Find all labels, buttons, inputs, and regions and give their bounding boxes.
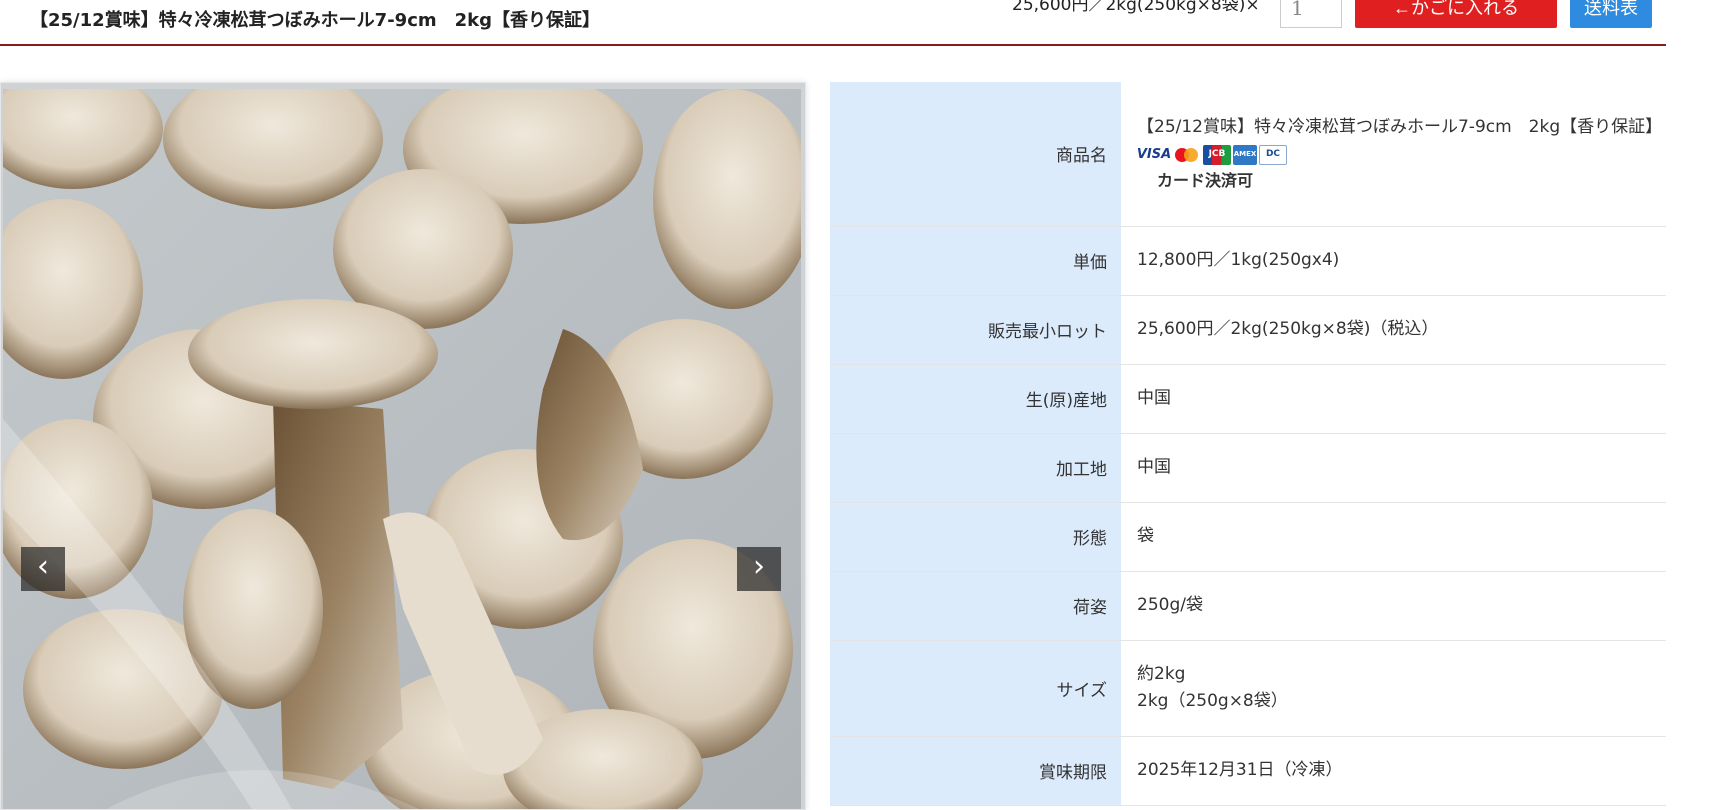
spec-value: 中国 bbox=[1137, 388, 1171, 408]
spec-label: 生(原)産地 bbox=[830, 364, 1121, 433]
spec-row-unit-price: 単価 12,800円／1kg(250gx4) bbox=[830, 226, 1666, 295]
spec-label: 荷姿 bbox=[830, 571, 1121, 640]
product-name-value: 【25/12賞味】特々冷凍松茸つぼみホール7-9cm 2kg【香り保証】 bbox=[1137, 116, 1663, 137]
spec-label: 販売最小ロット bbox=[830, 295, 1121, 364]
spec-value: 2025年12月31日（冷凍） bbox=[1137, 760, 1343, 780]
amex-icon: AMEX bbox=[1233, 144, 1257, 165]
mastercard-icon bbox=[1173, 145, 1201, 165]
spec-value: 中国 bbox=[1137, 457, 1171, 477]
spec-label: サイズ bbox=[830, 640, 1121, 736]
shipping-table-button[interactable]: 送料表 bbox=[1570, 0, 1652, 28]
product-image-carousel: ‹ › bbox=[0, 82, 806, 810]
spec-label: 加工地 bbox=[830, 433, 1121, 502]
spec-label: 形態 bbox=[830, 502, 1121, 571]
spec-value: 25,600円／2kg(250kg×8袋)（税込） bbox=[1137, 319, 1439, 339]
card-logos: VISA JCB AMEX DC bbox=[1136, 144, 1656, 165]
size-value-line1: 約2kg bbox=[1137, 664, 1186, 684]
spec-value: 【25/12賞味】特々冷凍松茸つぼみホール7-9cm 2kg【香り保証】 VIS… bbox=[1121, 82, 1666, 226]
product-photo bbox=[3, 89, 801, 809]
spec-row-form: 形態 袋 bbox=[830, 502, 1666, 571]
add-to-cart-button[interactable]: ←かごに入れる bbox=[1355, 0, 1557, 28]
quantity-input[interactable] bbox=[1280, 0, 1342, 28]
spec-row-size: サイズ 約2kg 2kg（250g×8袋） bbox=[830, 640, 1666, 736]
spec-row-processing: 加工地 中国 bbox=[830, 433, 1666, 502]
spec-row-origin: 生(原)産地 中国 bbox=[830, 364, 1666, 433]
carousel-prev-icon[interactable]: ‹ bbox=[21, 547, 65, 591]
card-payment-caption: カード決済可 bbox=[1157, 170, 1254, 190]
spec-label: 賞味期限 bbox=[830, 736, 1121, 805]
jcb-icon: JCB bbox=[1203, 144, 1231, 165]
lot-price-label: 25,600円／2kg(250kg×8袋)× bbox=[1012, 0, 1260, 15]
spec-value: 250g/袋 bbox=[1137, 595, 1203, 615]
spec-label: 単価 bbox=[830, 226, 1121, 295]
visa-icon: VISA bbox=[1136, 147, 1172, 163]
spec-row-min-lot: 販売最小ロット 25,600円／2kg(250kg×8袋)（税込） bbox=[830, 295, 1666, 364]
diners-icon: DC bbox=[1259, 144, 1287, 165]
spec-row-name: 商品名 【25/12賞味】特々冷凍松茸つぼみホール7-9cm 2kg【香り保証】… bbox=[830, 82, 1666, 226]
size-value-line2: 2kg（250g×8袋） bbox=[1137, 691, 1288, 711]
spec-value: 約2kg 2kg（250g×8袋） bbox=[1121, 640, 1666, 736]
spec-label: 商品名 bbox=[830, 82, 1121, 226]
product-title: 【25/12賞味】特々冷凍松茸つぼみホール7-9cm 2kg【香り保証】 bbox=[30, 10, 600, 31]
spec-row-packing: 荷姿 250g/袋 bbox=[830, 571, 1666, 640]
carousel-next-icon[interactable]: › bbox=[737, 547, 781, 591]
product-header: 【25/12賞味】特々冷凍松茸つぼみホール7-9cm 2kg【香り保証】 25,… bbox=[0, 0, 1666, 46]
product-spec-table: 商品名 【25/12賞味】特々冷凍松茸つぼみホール7-9cm 2kg【香り保証】… bbox=[830, 82, 1666, 806]
spec-value: 12,800円／1kg(250gx4) bbox=[1137, 250, 1340, 270]
spec-value: 袋 bbox=[1137, 526, 1154, 546]
spec-row-best-before: 賞味期限 2025年12月31日（冷凍） bbox=[830, 736, 1666, 805]
